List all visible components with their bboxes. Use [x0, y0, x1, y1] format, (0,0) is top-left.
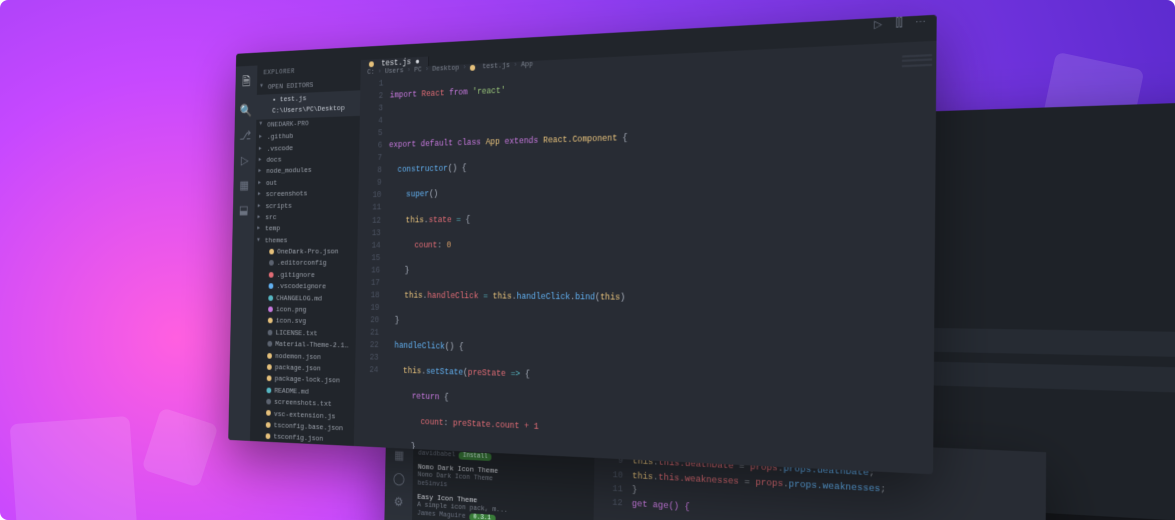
- code-editor[interactable]: 123456789101112131415161718192021222324 …: [349, 49, 936, 474]
- count-init: 0: [446, 240, 451, 250]
- files-icon[interactable]: 🗎: [242, 73, 250, 94]
- extension-item[interactable]: Nomo Dark Icon Theme Nomo Dark Icon Them…: [417, 463, 588, 497]
- search-icon[interactable]: 🔍: [239, 104, 252, 118]
- sidebar-file-label: OneDark-Pro.json: [277, 248, 338, 257]
- extension-author: James Maguire: [416, 510, 465, 520]
- extensions-icon[interactable]: ▦: [239, 179, 249, 193]
- sidebar-file[interactable]: OneDark-Pro.json: [253, 247, 357, 259]
- extension-author: be5invis: [417, 480, 447, 489]
- sidebar-file[interactable]: .gitignore: [253, 270, 357, 282]
- sidebar-folder[interactable]: themes: [253, 235, 357, 247]
- bg-hexagon: [141, 407, 218, 487]
- bg-hexagon: [10, 416, 139, 520]
- open-editor-item[interactable]: • test.js C:\Users\PC\Desktop: [256, 90, 360, 119]
- minimap[interactable]: [901, 54, 932, 131]
- sidebar-folder[interactable]: temp: [254, 223, 358, 235]
- more-icon[interactable]: ⋯: [915, 16, 926, 30]
- version-pill: 0.3.1: [468, 513, 494, 520]
- js-icon: [469, 65, 474, 71]
- sidebar-folder[interactable]: src: [254, 211, 358, 224]
- explorer-sidebar: EXPLORER OPEN EDITORS • test.js C:\Users…: [249, 60, 360, 446]
- split-layout-icon[interactable]: ⫿⫿: [893, 18, 904, 31]
- git-icon[interactable]: ⎇: [239, 129, 251, 143]
- promo-stage: ⫿⫿ ▦ ◯ ⚙ Nomo Dark Ico... A fork from vs…: [0, 0, 1175, 520]
- extension-item[interactable]: Easy Icon Theme A simple icon pack, m...…: [416, 493, 587, 520]
- extension-author: davidbabel: [418, 450, 455, 459]
- run-icon[interactable]: ▷: [872, 19, 883, 32]
- count-expr: preState.count + 1: [452, 419, 538, 433]
- account-icon[interactable]: ◯: [392, 472, 404, 487]
- js-icon: [368, 61, 373, 67]
- class-name: App: [485, 137, 499, 147]
- code-token: get age() {: [631, 498, 689, 512]
- editor-area: test.js ● C:› Users› PC› Desktop› test.j…: [353, 30, 936, 474]
- extensions-icon[interactable]: ▦: [394, 449, 404, 464]
- debug-icon[interactable]: ▷: [240, 154, 248, 168]
- sidebar-file[interactable]: .editorconfig: [253, 259, 357, 271]
- install-pill[interactable]: Install: [458, 452, 491, 461]
- editor-window-main: ▷ ⫿⫿ ⋯ 🗎 🔍 ⎇ ▷ ▦ ⬓ EXPLORER OPEN EDITORS…: [228, 15, 936, 475]
- code-lines[interactable]: import React from 'react' export default…: [379, 52, 936, 475]
- base-class: React.Component: [542, 134, 616, 146]
- sidebar-file[interactable]: .vscodeignore: [252, 282, 356, 294]
- gear-icon[interactable]: ⚙: [393, 495, 403, 510]
- code-token: this.weaknesses: [658, 471, 739, 486]
- remote-icon[interactable]: ⬓: [238, 204, 248, 218]
- dirty-indicator-icon: ●: [415, 57, 419, 67]
